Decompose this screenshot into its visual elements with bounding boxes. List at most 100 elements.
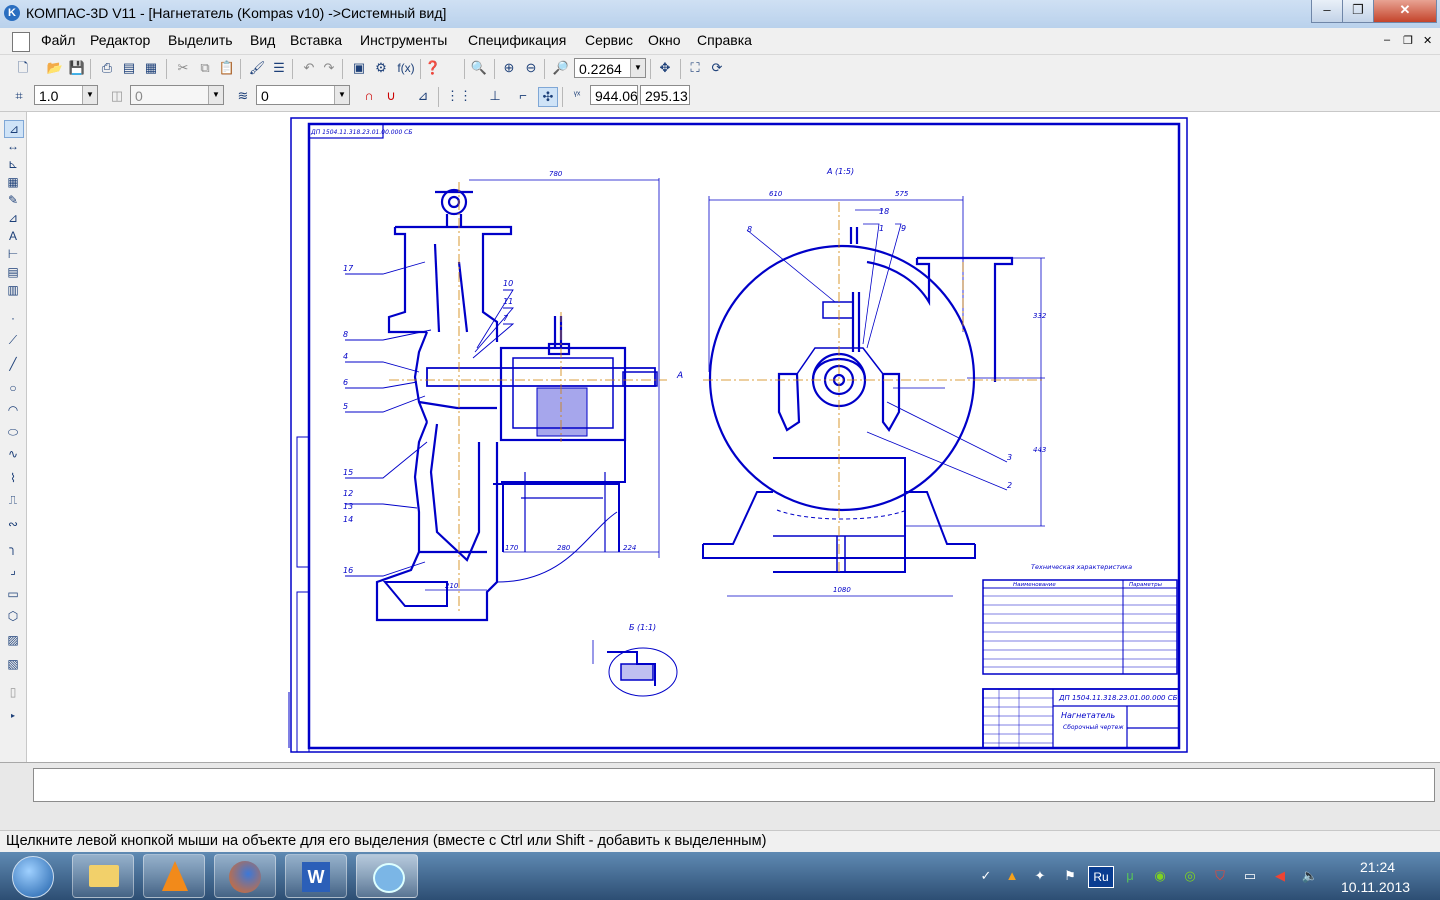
- orthogonal-mode-icon[interactable]: ⌐: [514, 87, 532, 105]
- clock-date[interactable]: 10.11.2013: [1341, 879, 1410, 895]
- undo-icon[interactable]: ↶: [300, 59, 318, 77]
- zoom-out-icon[interactable]: ⊖: [522, 59, 540, 77]
- fill-icon[interactable]: ▧: [4, 656, 22, 672]
- local-cs-icon[interactable]: ⊥: [486, 87, 504, 105]
- document-icon[interactable]: [12, 32, 30, 52]
- chevron-down-icon[interactable]: ▼: [334, 86, 349, 104]
- print-preview-icon[interactable]: ▤: [120, 59, 138, 77]
- parametrization-icon[interactable]: ✎: [4, 192, 22, 208]
- show-all-icon[interactable]: ⛶: [686, 59, 704, 77]
- manager-library-icon[interactable]: ▣: [350, 59, 368, 77]
- refresh-icon[interactable]: ⟳: [708, 59, 726, 77]
- taskbar-firefox-icon[interactable]: [214, 854, 276, 898]
- coord-x-field[interactable]: 944.06: [590, 85, 638, 105]
- arc-icon[interactable]: ◠: [4, 402, 22, 418]
- zoom-scale-icon[interactable]: 🔎: [552, 59, 570, 77]
- chevron-down-icon[interactable]: ▼: [82, 86, 97, 104]
- properties-field[interactable]: [33, 768, 1435, 802]
- chamfer-icon[interactable]: ⌟: [4, 562, 22, 578]
- ellipse-icon[interactable]: ⬭: [4, 424, 22, 440]
- antivirus-icon[interactable]: ⛉: [1210, 866, 1230, 886]
- monitor-icon[interactable]: ▭: [1240, 866, 1260, 886]
- coord-y-field[interactable]: 295.13: [640, 85, 690, 105]
- help-pointer-icon[interactable]: ❓: [424, 59, 442, 77]
- save-icon[interactable]: 💾: [68, 59, 86, 77]
- volume-icon[interactable]: 🔈: [1300, 866, 1320, 886]
- ortho-icon[interactable]: ⊿: [414, 87, 432, 105]
- format-painter-icon[interactable]: 🖌: [248, 59, 266, 77]
- new-document-icon[interactable]: 🗋: [14, 59, 32, 77]
- maximize-button[interactable]: ❐: [1342, 0, 1374, 23]
- menu-help[interactable]: Справка: [697, 32, 752, 48]
- zoom-combo[interactable]: 0.2264 ▼: [574, 58, 646, 78]
- taskbar-vlc-icon[interactable]: [143, 854, 205, 898]
- grid-icon[interactable]: ⋮⋮: [446, 87, 472, 105]
- expand-icon[interactable]: ▸: [4, 708, 22, 724]
- layers-icon[interactable]: ≋: [234, 87, 252, 105]
- hatch-icon[interactable]: ▨: [4, 632, 22, 648]
- close-button[interactable]: ✕: [1373, 0, 1437, 23]
- menu-select[interactable]: Выделить: [168, 32, 233, 48]
- geometry-icon[interactable]: ⊿: [4, 120, 24, 138]
- function-icon[interactable]: f(x): [394, 59, 418, 77]
- reports-icon[interactable]: ▥: [4, 282, 22, 298]
- curve-icon[interactable]: ⎍: [4, 492, 22, 508]
- clock-time[interactable]: 21:24: [1360, 859, 1395, 875]
- associative-views-icon[interactable]: ⊢: [4, 246, 22, 262]
- drawing-canvas[interactable]: ДП 1504.11.318.23.01.00.000 СБ 780 610 5…: [27, 112, 1440, 762]
- mdi-restore-button[interactable]: ❐: [1403, 34, 1413, 47]
- circle-icon[interactable]: ○: [4, 380, 22, 396]
- local-snap-icon[interactable]: ∪: [382, 87, 400, 105]
- print-icon[interactable]: ⎙: [98, 59, 116, 77]
- open-folder-icon[interactable]: 📂: [46, 59, 64, 77]
- document-manager-icon[interactable]: ▦: [142, 59, 160, 77]
- menu-insert[interactable]: Вставка: [290, 32, 342, 48]
- network-icon[interactable]: ✓: [976, 866, 996, 886]
- dimensions-icon[interactable]: ↔: [4, 138, 22, 154]
- zoom-in-icon[interactable]: ⊕: [500, 59, 518, 77]
- step-combo[interactable]: 1.0 ▼: [34, 85, 98, 105]
- aux-line-icon[interactable]: ⟋: [4, 332, 22, 348]
- menu-window[interactable]: Окно: [648, 32, 681, 48]
- flag-icon[interactable]: ◀: [1270, 866, 1290, 886]
- designations-icon[interactable]: ⊾: [4, 156, 22, 172]
- select-icon[interactable]: A: [4, 228, 22, 244]
- polyline-icon[interactable]: ⌇: [4, 470, 22, 486]
- tray-app2-icon[interactable]: ⚑: [1060, 866, 1080, 886]
- polygon-icon[interactable]: ⬡: [4, 608, 22, 624]
- grid-step-icon[interactable]: ⌗: [10, 87, 28, 105]
- taskbar-kompas-icon[interactable]: [356, 854, 418, 898]
- properties-icon[interactable]: ☰: [270, 59, 288, 77]
- spec-icon[interactable]: ▤: [4, 264, 22, 280]
- spline-icon[interactable]: ∿: [4, 446, 22, 462]
- measure-icon[interactable]: ⊿: [4, 210, 22, 226]
- minimize-button[interactable]: –: [1311, 0, 1343, 23]
- contour-icon[interactable]: ▯: [4, 684, 22, 700]
- cut-icon[interactable]: ✂: [174, 59, 192, 77]
- drawing-sheet[interactable]: ДП 1504.11.318.23.01.00.000 СБ 780 610 5…: [27, 112, 1440, 762]
- fillet-icon[interactable]: ╮: [4, 540, 22, 556]
- nvidia-icon[interactable]: ◉: [1150, 866, 1170, 886]
- menu-service[interactable]: Сервис: [585, 32, 633, 48]
- rectangle-icon[interactable]: ▭: [4, 586, 22, 602]
- zoom-window-icon[interactable]: 🔍: [470, 59, 488, 77]
- point-icon[interactable]: ·: [4, 310, 22, 326]
- kompas-app-icon[interactable]: K: [4, 5, 20, 21]
- chevron-down-icon[interactable]: ▼: [630, 59, 645, 77]
- copy-icon[interactable]: ⧉: [196, 59, 214, 77]
- tray-green-icon[interactable]: ◎: [1180, 866, 1200, 886]
- variables-icon[interactable]: ⚙: [372, 59, 390, 77]
- segment-icon[interactable]: ╱: [4, 356, 22, 372]
- bezier-icon[interactable]: ∾: [4, 516, 22, 532]
- menu-file[interactable]: Файл: [41, 32, 75, 48]
- vlc-tray-icon[interactable]: ▲: [1002, 866, 1022, 886]
- menu-tools[interactable]: Инструменты: [360, 32, 447, 48]
- mdi-close-button[interactable]: ✕: [1423, 34, 1432, 47]
- utorrent-icon[interactable]: μ: [1120, 866, 1140, 886]
- tray-app-icon[interactable]: ✦: [1030, 866, 1050, 886]
- mdi-minimize-button[interactable]: –: [1384, 34, 1390, 46]
- start-orb-icon[interactable]: [12, 856, 54, 898]
- pan-icon[interactable]: ✥: [656, 59, 674, 77]
- angle-icon[interactable]: ◫: [108, 87, 126, 105]
- menu-view[interactable]: Вид: [250, 32, 275, 48]
